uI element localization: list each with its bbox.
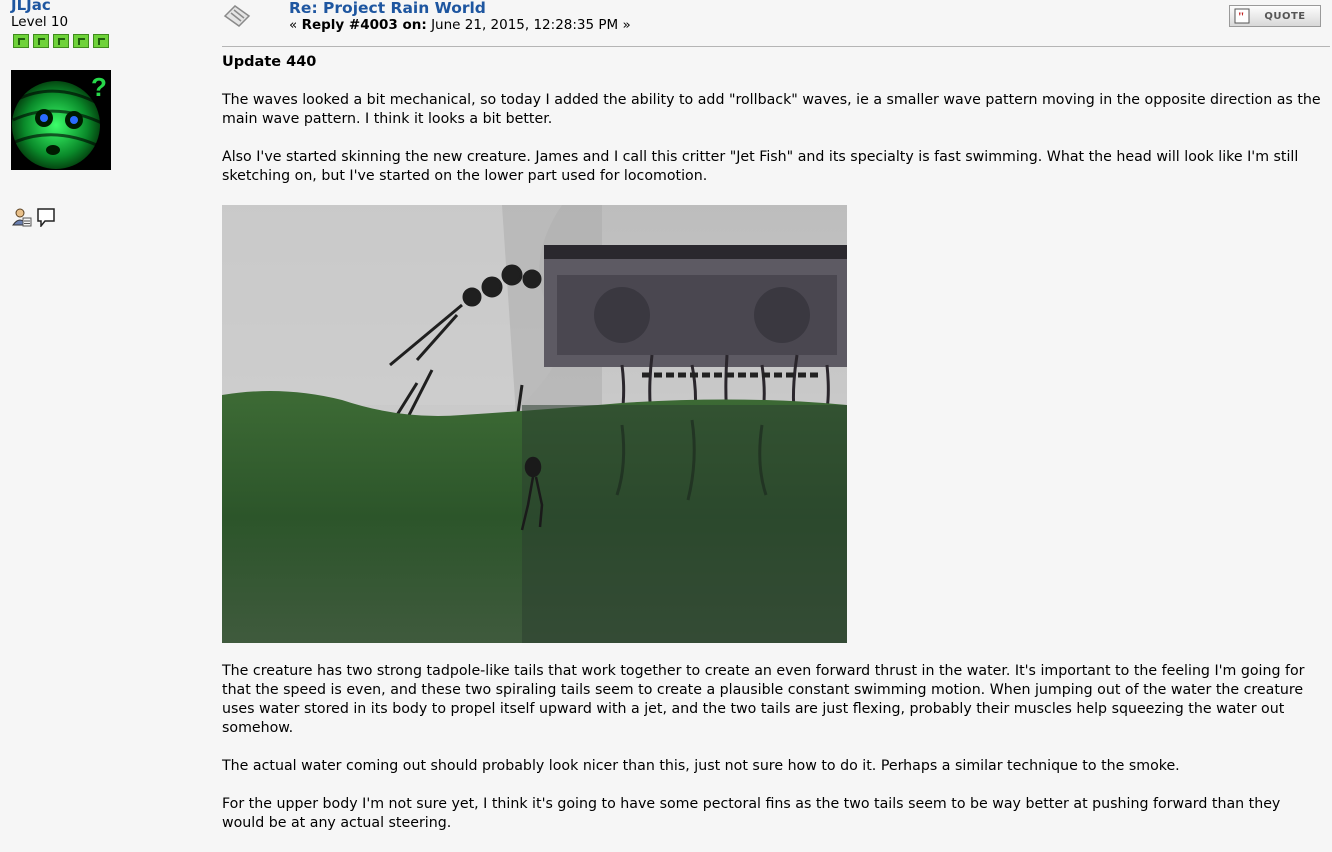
poster-rank: Level 10 [11,14,69,30]
quote-label: QUOTE [1264,10,1306,22]
reply-prefix: « [289,17,298,33]
post-paragraph: For the upper body I'm not sure yet, I t… [222,796,1281,831]
header-divider [222,46,1330,47]
rank-star-icon [53,34,69,48]
quote-icon: " [1234,8,1250,24]
personal-message-icon[interactable] [36,207,56,227]
post-paragraph: Also I've started skinning the new creat… [222,149,1299,184]
avatar[interactable]: ? [11,70,111,170]
reply-suffix: » [622,17,631,33]
post-body: Update 440 The waves looked a bit mechan… [222,53,1322,852]
post-timestamp: June 21, 2015, 12:28:35 PM [431,17,619,33]
rank-star-icon [93,34,109,48]
rank-stars [13,34,109,48]
poster-column: JLJac Level 10 ? [0,0,205,840]
quote-button[interactable]: " QUOTE [1229,5,1321,27]
post-paragraph: The waves looked a bit mechanical, so to… [222,92,1321,127]
rank-star-icon [13,34,29,48]
svg-text:": " [1238,9,1245,24]
message-icon [223,5,251,27]
post-title: Update 440 [222,54,317,70]
post-image-screenshot [222,205,847,643]
rank-star-icon [73,34,89,48]
post-paragraph: The actual water coming out should proba… [222,758,1180,774]
post-subject-link[interactable]: Re: Project Rain World [289,0,486,17]
svg-text:?: ? [91,72,107,102]
post-paragraph: The creature has two strong tadpole-like… [222,663,1305,736]
poster-actions [12,207,56,227]
post-meta: « Reply #4003 on: June 21, 2015, 12:28:3… [289,17,631,33]
rank-star-icon [33,34,49,48]
poster-username[interactable]: JLJac [11,0,51,14]
profile-icon[interactable] [12,207,32,227]
reply-number: Reply #4003 on: [301,17,427,33]
